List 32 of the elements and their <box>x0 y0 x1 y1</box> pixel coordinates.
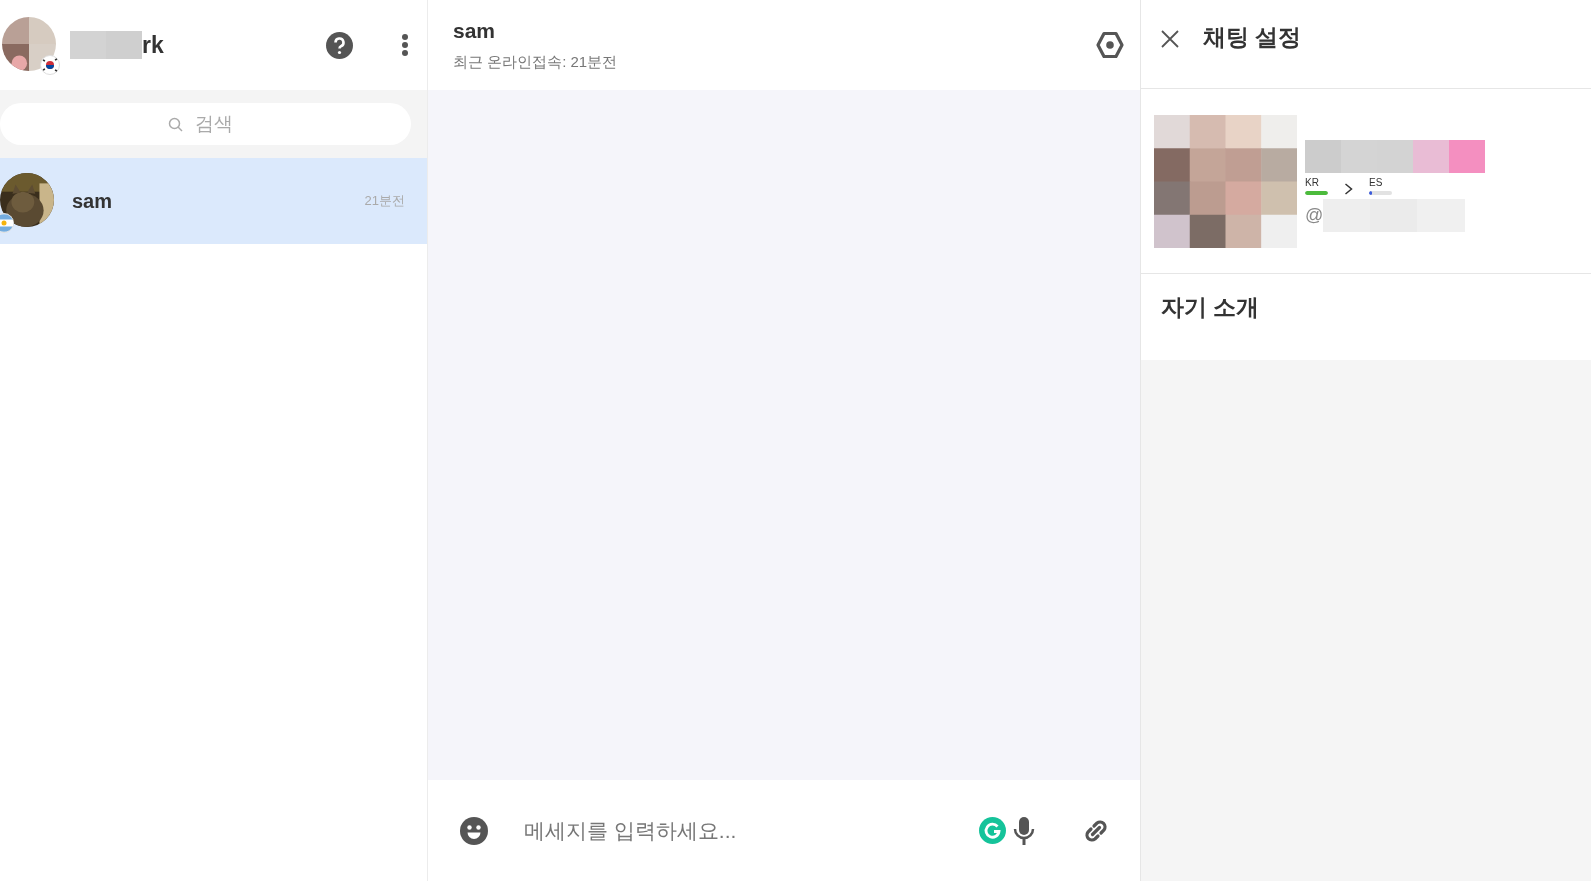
flag-icon <box>40 55 60 75</box>
more-icon <box>401 33 409 57</box>
blurred-name <box>70 31 142 59</box>
smiley-icon <box>460 816 488 845</box>
last-seen-text: 최근 온라인접속: 21분전 <box>453 52 619 72</box>
language-code: KR <box>1305 177 1320 188</box>
contact-name: sam <box>72 189 114 213</box>
help-icon <box>326 31 353 59</box>
search-icon <box>168 116 183 132</box>
menu-button[interactable] <box>401 33 409 57</box>
chat-title: sam <box>453 18 497 43</box>
chat-time: 21분전 <box>364 192 405 210</box>
handle-prefix: @ <box>1305 205 1324 226</box>
panel-title: 채팅 설정 <box>1203 23 1302 52</box>
flag-icon <box>0 213 14 233</box>
close-button[interactable] <box>1161 30 1179 48</box>
microphone-button[interactable] <box>1012 815 1036 846</box>
language-code: ES <box>1369 177 1384 188</box>
settings-icon <box>1096 31 1124 59</box>
chevron-right-icon <box>1344 183 1353 195</box>
emoji-button[interactable] <box>460 816 488 845</box>
grammar-check-icon[interactable] <box>979 817 1006 844</box>
search-input[interactable]: 검색 <box>193 112 243 136</box>
message-input[interactable]: 메세지를 입력하세요... <box>522 817 959 844</box>
close-icon <box>1161 30 1179 48</box>
help-button[interactable] <box>326 31 353 59</box>
user-name: rk <box>142 31 164 59</box>
section-heading: 자기 소개 <box>1161 293 1261 322</box>
microphone-icon <box>1012 815 1036 846</box>
settings-button[interactable] <box>1096 31 1124 59</box>
language-level-bar <box>1305 191 1328 195</box>
chat-list-item[interactable]: sam 21분전 <box>0 158 427 244</box>
